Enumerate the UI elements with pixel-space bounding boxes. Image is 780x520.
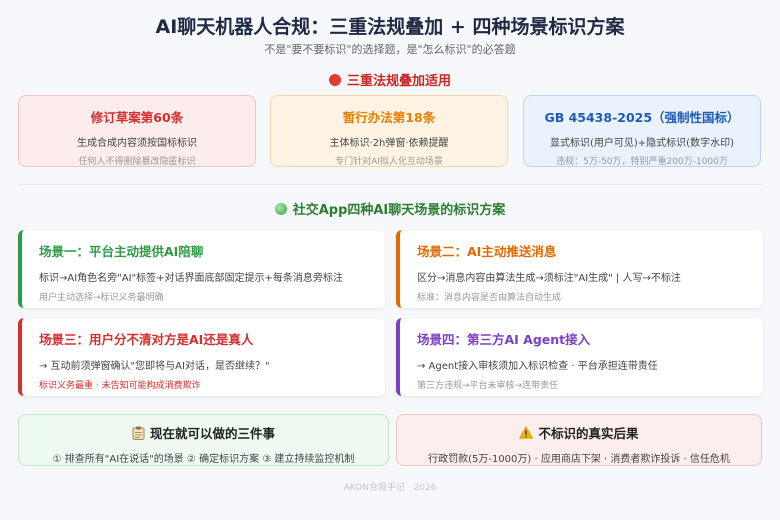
scene-sub: 第三方违规→平台未审核→连带责任 bbox=[417, 381, 559, 391]
scene-card-1: 场景一：平台主动提供AI陪聊 标识→AI角色名旁"AI"标签+对话界面底部固定提… bbox=[18, 230, 385, 308]
clipboard-icon bbox=[132, 426, 145, 440]
law-desc: 生成合成内容须按国标标识 bbox=[77, 138, 197, 149]
page-subtitle: 不是"要不要标识"的选择题，是"怎么标识"的必答题 bbox=[264, 43, 516, 56]
scene-title: 场景二：AI主动推送消息 bbox=[417, 244, 557, 259]
scene-card-4: 场景四：第三方AI Agent接入 → Agent接入审核须加入标识检查 · 平… bbox=[396, 318, 763, 396]
section-label: 社交App四种AI聊天场景的标识方案 bbox=[292, 203, 506, 218]
consequences-title: 不标识的真实后果 bbox=[538, 426, 639, 441]
law-title: GB 45438-2025（强制性国标） bbox=[544, 110, 740, 125]
page-title: AI聊天机器人合规：三重法规叠加 + 四种场景标识方案 bbox=[155, 16, 625, 38]
law-title: 暂行办法第18条 bbox=[342, 110, 436, 125]
law-card-draft-amendment: 修订草案第60条 生成合成内容须按国标标识 任何人不得删除篡改隐匿标识 bbox=[18, 95, 256, 167]
actions-desc: ① 排查所有"AI在说话"的场景 ② 确定标识方案 ③ 建立持续监控机制 bbox=[52, 454, 355, 465]
law-card-gb-standard: GB 45438-2025（强制性国标） 显式标识(用户可见)+隐式标识(数字水… bbox=[523, 95, 761, 167]
law-title: 修订草案第60条 bbox=[90, 110, 184, 125]
scene-title: 场景三：用户分不清对方是AI还是真人 bbox=[39, 332, 254, 347]
section-heading-laws: 三重法规叠加适用 bbox=[0, 70, 780, 89]
law-card-interim-measures: 暂行办法第18条 主体标识·2h弹窗·依赖提醒 专门针对AI拟人化互动场景 bbox=[270, 95, 508, 167]
section-heading-scenes: 社交App四种AI聊天场景的标识方案 bbox=[0, 199, 780, 218]
consequences-desc: 行政罚款(5万-1000万) · 应用商店下架 · 消费者欺诈投诉 · 信任危机 bbox=[428, 454, 730, 465]
scene-desc: 区分→消息内容由算法生成→须标注"AI生成" | 人写→不标注 bbox=[417, 273, 681, 284]
green-dot-icon bbox=[274, 202, 287, 215]
law-desc: 主体标识·2h弹窗·依赖提醒 bbox=[329, 138, 449, 149]
scene-title: 场景四：第三方AI Agent接入 bbox=[417, 332, 591, 347]
consequences-card: 不标识的真实后果 行政罚款(5万-1000万) · 应用商店下架 · 消费者欺诈… bbox=[396, 414, 762, 466]
scene-card-2: 场景二：AI主动推送消息 区分→消息内容由算法生成→须标注"AI生成" | 人写… bbox=[396, 230, 763, 308]
scene-sub: 标识义务最重 · 未告知可能构成消费欺诈 bbox=[39, 381, 201, 391]
scene-title: 场景一：平台主动提供AI陪聊 bbox=[39, 244, 204, 259]
law-desc: 显式标识(用户可见)+隐式标识(数字水印) bbox=[550, 138, 734, 149]
scene-sub: 用户主动选择→标识义务最明确 bbox=[39, 293, 164, 303]
scene-desc: → 互动前须弹窗确认"您即将与AI对话，是否继续？" bbox=[39, 361, 270, 372]
law-sub: 任何人不得删除篡改隐匿标识 bbox=[78, 157, 196, 167]
footer-credit: AKON合规手记 · 2026 bbox=[343, 483, 437, 493]
divider bbox=[18, 184, 762, 185]
actions-title: 现在就可以做的三件事 bbox=[149, 426, 275, 441]
warning-icon bbox=[519, 426, 534, 439]
law-sub: 违规：5万-50万，特别严重200万-1000万 bbox=[556, 157, 728, 167]
scene-desc: 标识→AI角色名旁"AI"标签+对话界面底部固定提示+每条消息旁标注 bbox=[39, 273, 343, 284]
law-sub: 专门针对AI拟人化互动场景 bbox=[335, 157, 443, 167]
actions-card: 现在就可以做的三件事 ① 排查所有"AI在说话"的场景 ② 确定标识方案 ③ 建… bbox=[18, 414, 389, 466]
scene-sub: 标准：消息内容是否由算法自动生成 bbox=[417, 293, 562, 303]
scene-desc: → Agent接入审核须加入标识检查 · 平台承担连带责任 bbox=[417, 361, 658, 372]
section-label: 三重法规叠加适用 bbox=[346, 74, 451, 89]
red-dot-icon bbox=[328, 73, 341, 86]
scene-card-3: 场景三：用户分不清对方是AI还是真人 → 互动前须弹窗确认"您即将与AI对话，是… bbox=[18, 318, 385, 396]
